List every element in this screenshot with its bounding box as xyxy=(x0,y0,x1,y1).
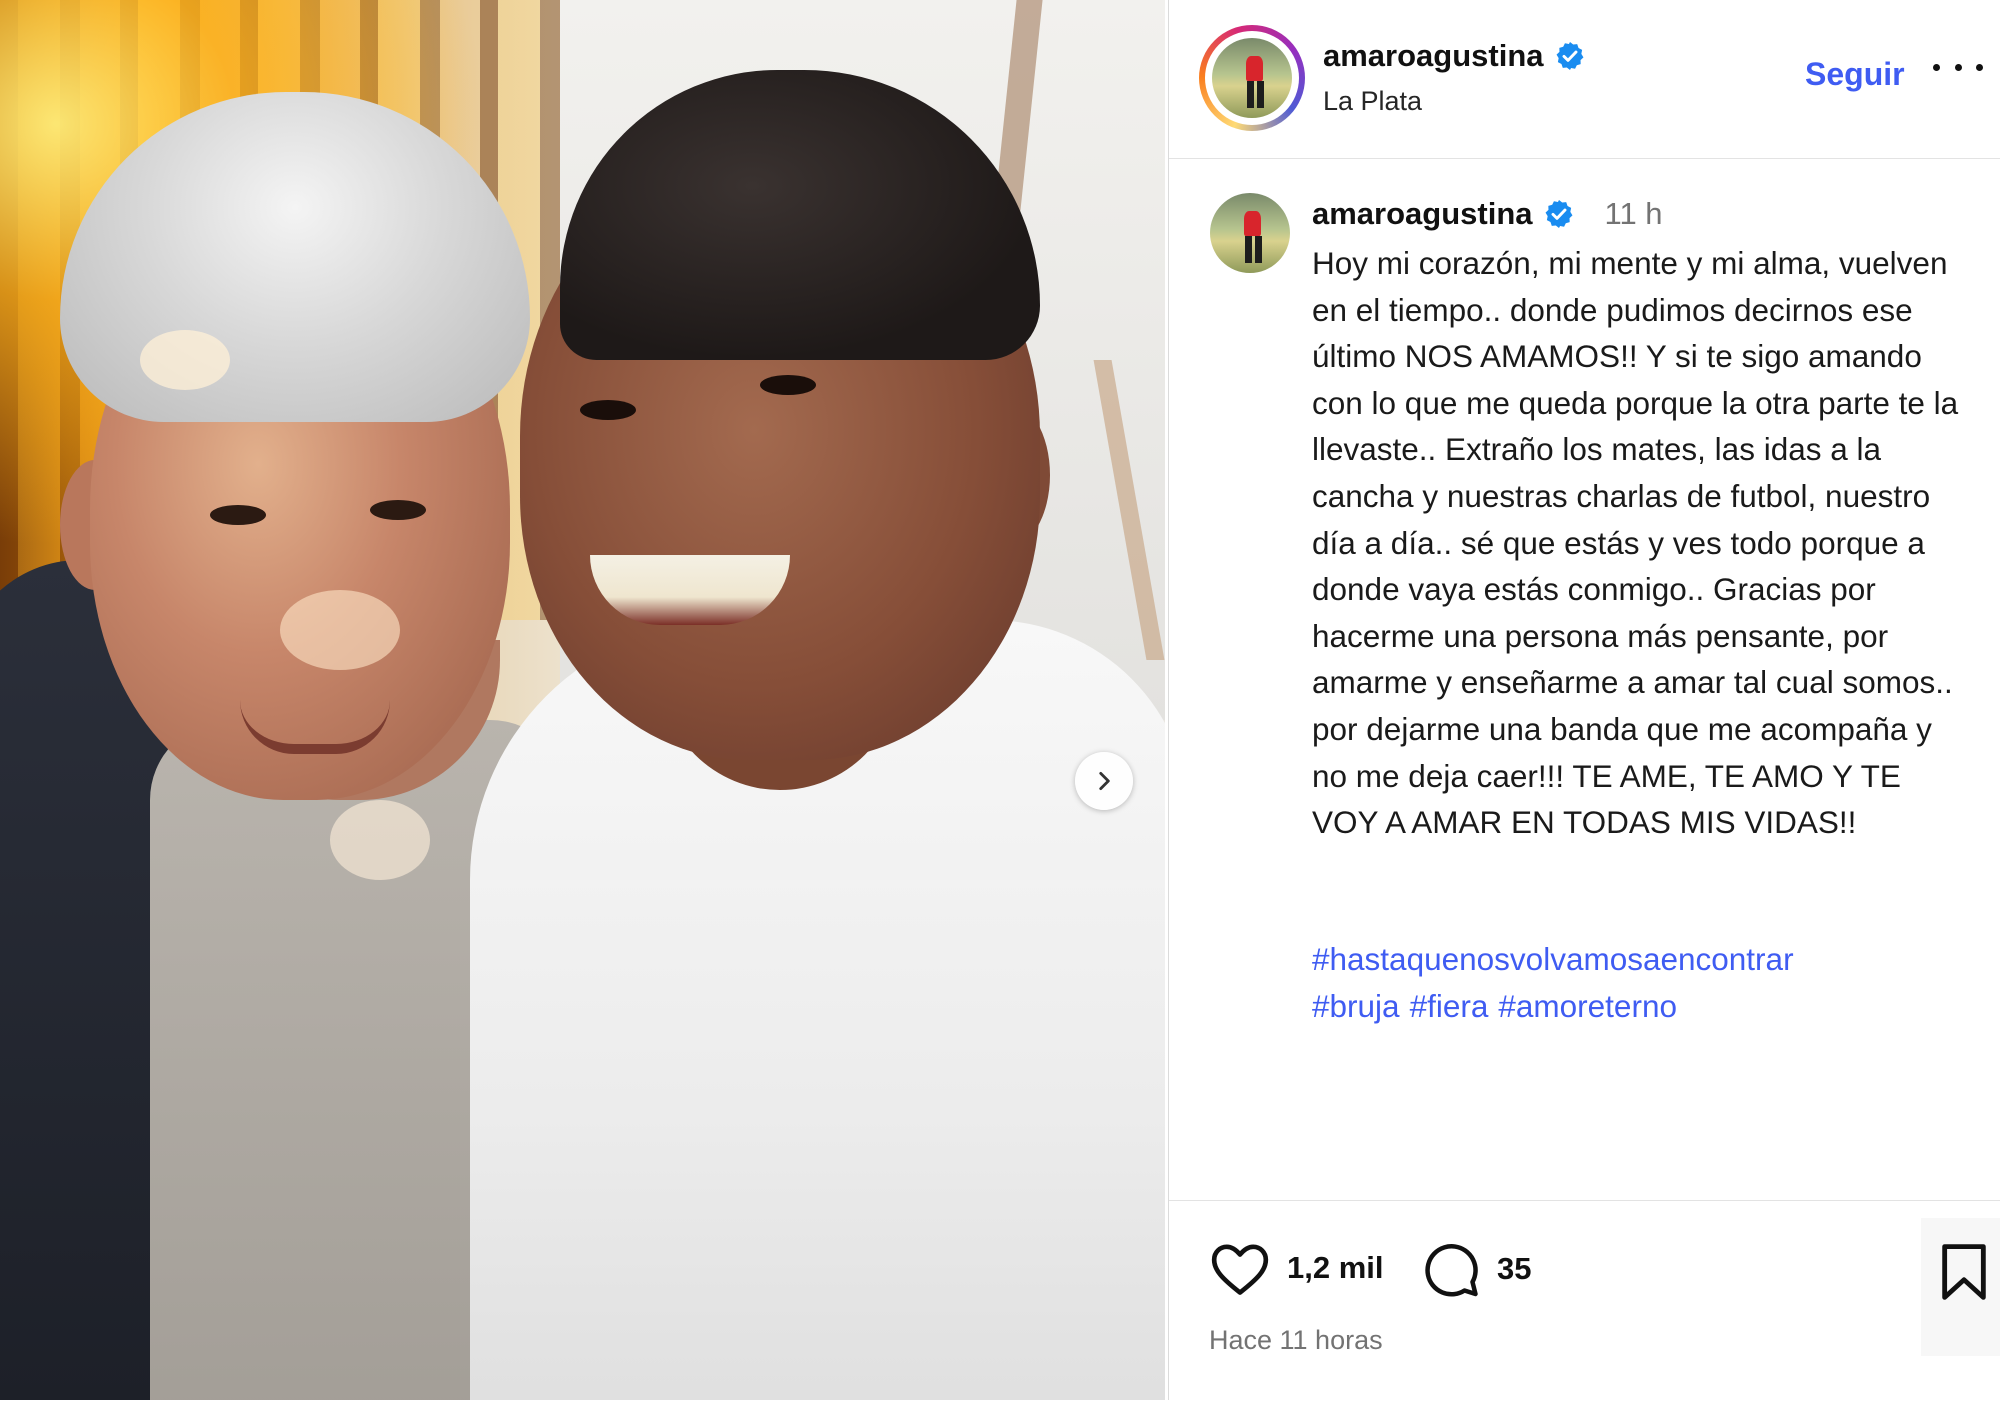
sunlight-spot xyxy=(140,330,230,390)
sunlight-spot xyxy=(280,590,400,670)
woman-eye xyxy=(580,400,636,420)
header-username[interactable]: amaroagustina xyxy=(1323,38,1544,74)
hashtag-link[interactable]: #hastaquenosvolvamosaencontrar xyxy=(1312,941,1794,977)
hashtag-link[interactable]: #fiera xyxy=(1410,988,1489,1024)
more-options-icon[interactable] xyxy=(1933,52,1983,82)
header-user: amaroagustina xyxy=(1323,38,1586,74)
man-eye xyxy=(370,500,426,520)
avatar[interactable] xyxy=(1212,38,1292,118)
post-panel: amaroagustina La Plata Seguir amaroagust… xyxy=(1168,0,2000,1400)
follow-button[interactable]: Seguir xyxy=(1805,56,1905,93)
bookmark-icon xyxy=(1942,1244,1986,1300)
post-photo[interactable] xyxy=(0,0,1165,1400)
post-header: amaroagustina La Plata Seguir xyxy=(1169,0,2000,159)
sunlight-spot xyxy=(330,800,430,880)
man-eye xyxy=(210,505,266,525)
verified-badge-icon xyxy=(1556,42,1583,70)
caption-text: Hoy mi corazón, mi mente y mi alma, vuel… xyxy=(1312,245,1959,841)
carousel-next-button[interactable] xyxy=(1075,752,1133,810)
caption-user: amaroagustina 11 h xyxy=(1312,196,1663,232)
hashtag-list: #hastaquenosvolvamosaencontrar #bruja #fi… xyxy=(1312,936,1972,1029)
caption-timestamp[interactable]: 11 h xyxy=(1605,196,1663,232)
save-button[interactable] xyxy=(1939,1243,1989,1306)
hashtag-link[interactable]: #amoreterno xyxy=(1498,988,1677,1024)
post-location[interactable]: La Plata xyxy=(1323,86,1422,117)
action-bar: 1,2 mil 35 Hace 11 horas xyxy=(1169,1200,2000,1401)
comment-button[interactable]: 35 xyxy=(1421,1239,1531,1299)
comment-count[interactable]: 35 xyxy=(1497,1251,1531,1287)
woman-eye xyxy=(760,375,816,395)
verified-badge-icon xyxy=(1545,200,1572,228)
like-count[interactable]: 1,2 mil xyxy=(1287,1250,1384,1286)
like-button[interactable]: 1,2 mil xyxy=(1209,1239,1384,1297)
caption-avatar[interactable] xyxy=(1210,193,1290,273)
comment-icon xyxy=(1425,1244,1478,1297)
chevron-right-icon xyxy=(1099,772,1110,790)
post-date[interactable]: Hace 11 horas xyxy=(1209,1325,1383,1356)
caption-username[interactable]: amaroagustina xyxy=(1312,196,1533,232)
hashtag-link[interactable]: #bruja xyxy=(1312,988,1400,1024)
heart-icon xyxy=(1211,1244,1269,1295)
caption-section: amaroagustina 11 h Hoy mi corazón, mi me… xyxy=(1169,158,2000,1356)
